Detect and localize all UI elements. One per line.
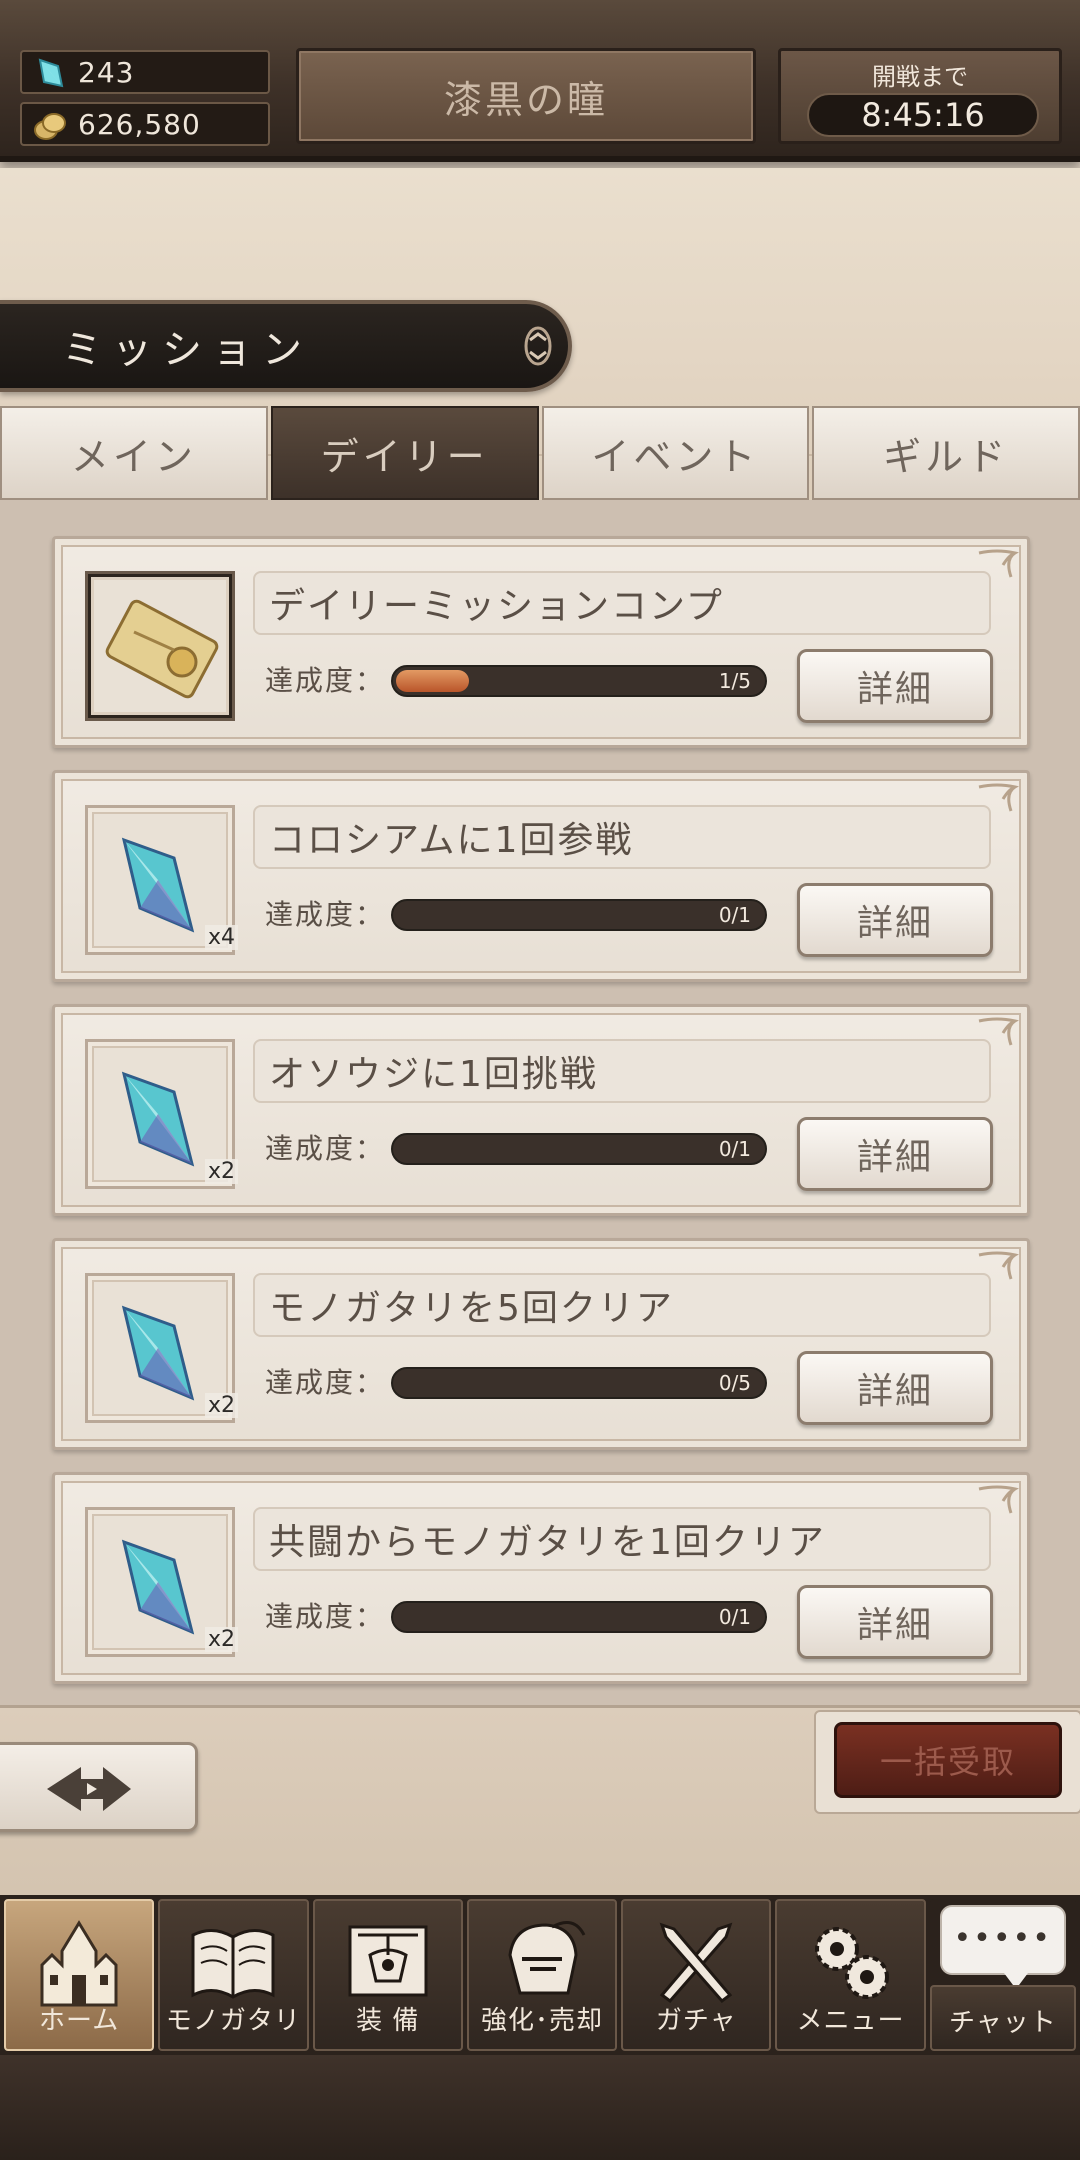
progress-text: 0/1 xyxy=(718,903,751,927)
gem-icon xyxy=(38,58,64,88)
reward-thumbnail: x2 xyxy=(85,1039,238,1189)
reward-quantity: x2 xyxy=(204,1393,238,1418)
battle-timer: 開戦まで 8:45:16 xyxy=(778,48,1062,144)
reward-quantity: x2 xyxy=(204,1627,238,1652)
reward-quantity: x4 xyxy=(204,925,238,950)
mission-card: x4 コロシアムに1回参戦 達成度： 0/1 詳細 xyxy=(52,770,1030,982)
chat-icon: ••••• xyxy=(939,1905,1066,1989)
nav-story[interactable]: モノガタリ xyxy=(158,1899,309,2051)
emblem-icon xyxy=(524,326,552,366)
progress-label: 達成度： xyxy=(265,1366,386,1399)
coin-counter: 626,580 xyxy=(20,102,270,146)
progress-text: 0/1 xyxy=(718,1605,751,1629)
gears-icon xyxy=(814,1927,889,1999)
section-title: ミッション xyxy=(0,300,572,392)
coin-count: 626,580 xyxy=(78,107,201,141)
helmet-icon xyxy=(508,1921,586,1995)
swords-icon xyxy=(659,1922,733,2004)
mission-name: デイリーミッションコンプ xyxy=(253,571,991,635)
nav-chat[interactable]: ••••• チャット xyxy=(929,1899,1076,2051)
tab-event[interactable]: イベント xyxy=(541,406,810,500)
progress-text: 0/1 xyxy=(718,1137,751,1161)
reward-thumbnail xyxy=(85,571,235,721)
nav-equipment[interactable]: 装 備 xyxy=(312,1899,463,2051)
mission-name: 共闘からモノガタリを1回クリア xyxy=(253,1507,991,1571)
nav-label: モノガタリ xyxy=(165,2006,301,2036)
nav-label: チャット xyxy=(948,2008,1057,2038)
bottom-nav: ホーム モノガタリ 装 備 強化･売却 ガチャ メニュー ••••• チャット xyxy=(0,1895,1080,2055)
detail-button[interactable]: 詳細 xyxy=(797,1351,993,1425)
reward-thumbnail: x2 xyxy=(85,1273,238,1423)
nav-label: ホーム xyxy=(39,2006,120,2036)
detail-button[interactable]: 詳細 xyxy=(797,883,993,957)
progress-label: 達成度： xyxy=(265,664,386,697)
progress-bar: 0/1 xyxy=(391,1601,767,1633)
mission-name: コロシアムに1回参戦 xyxy=(253,805,991,869)
progress-bar: 0/5 xyxy=(391,1367,767,1399)
chat-dots: ••••• xyxy=(953,1921,1052,1956)
progress-text: 0/5 xyxy=(718,1371,751,1395)
nav-enhance-sell[interactable]: 強化･売却 xyxy=(466,1899,618,2051)
tab-guild[interactable]: ギルド xyxy=(812,406,1080,500)
progress-label: 達成度： xyxy=(265,1132,386,1165)
mission-card: デイリーミッションコンプ 達成度： 1/5 詳細 xyxy=(52,536,1030,748)
mission-tabs: メイン デイリー イベント ギルド xyxy=(0,406,1080,500)
bottom-decoration xyxy=(0,2055,1080,2160)
progress-bar: 1/5 xyxy=(391,665,767,697)
nav-label: メニュー xyxy=(796,2006,905,2036)
book-icon xyxy=(191,1929,275,1999)
timer-value: 8:45:16 xyxy=(807,93,1039,137)
collect-all-button[interactable]: 一括受取 xyxy=(834,1722,1062,1798)
ticket-icon xyxy=(105,599,219,699)
progress-text: 1/5 xyxy=(718,669,751,693)
gem-counter: 243 xyxy=(20,50,270,94)
nav-home[interactable]: ホーム xyxy=(4,1899,155,2051)
top-bar: 243 626,580 漆黒の瞳 開戦まで 8:45:16 xyxy=(0,0,1080,162)
nav-label: ガチャ xyxy=(655,2006,737,2036)
progress-bar: 0/1 xyxy=(391,899,767,931)
coin-icon xyxy=(34,113,66,140)
timer-label: 開戦まで xyxy=(872,63,968,91)
mission-card: x2 オソウジに1回挑戦 達成度： 0/1 詳細 xyxy=(52,1004,1030,1216)
progress-label: 達成度： xyxy=(265,898,386,931)
detail-button[interactable]: 詳細 xyxy=(797,1117,993,1191)
nav-label: 装 備 xyxy=(356,2006,420,2036)
back-button[interactable] xyxy=(0,1742,198,1832)
nav-label: 強化･売却 xyxy=(480,2006,603,2036)
castle-icon xyxy=(40,1920,118,2007)
tab-main[interactable]: メイン xyxy=(0,406,268,500)
nav-gacha[interactable]: ガチャ xyxy=(621,1899,772,2051)
detail-button[interactable]: 詳細 xyxy=(797,1585,993,1659)
back-arrow-icon xyxy=(47,1767,131,1811)
reward-quantity: x2 xyxy=(204,1159,238,1184)
mission-name: オソウジに1回挑戦 xyxy=(253,1039,991,1103)
mission-list[interactable]: デイリーミッションコンプ 達成度： 1/5 詳細 x4 コロシアムに1回参戦 達… xyxy=(0,500,1080,1705)
progress-label: 達成度： xyxy=(265,1600,386,1633)
reward-thumbnail: x2 xyxy=(85,1507,238,1657)
tab-daily[interactable]: デイリー xyxy=(270,406,539,500)
player-title: 漆黒の瞳 xyxy=(296,48,756,144)
progress-fill xyxy=(396,670,470,692)
nav-menu[interactable]: メニュー xyxy=(775,1899,926,2051)
mission-name: モノガタリを5回クリア xyxy=(253,1273,991,1337)
equipment-icon xyxy=(348,1925,428,1997)
mission-card: x2 モノガタリを5回クリア 達成度： 0/5 詳細 xyxy=(52,1238,1030,1450)
progress-bar: 0/1 xyxy=(391,1133,767,1165)
reward-thumbnail: x4 xyxy=(85,805,238,955)
detail-button[interactable]: 詳細 xyxy=(797,649,993,723)
mission-card: x2 共闘からモノガタリを1回クリア 達成度： 0/1 詳細 xyxy=(52,1472,1030,1684)
gem-count: 243 xyxy=(78,55,135,89)
section-title-text: ミッション xyxy=(62,327,312,373)
